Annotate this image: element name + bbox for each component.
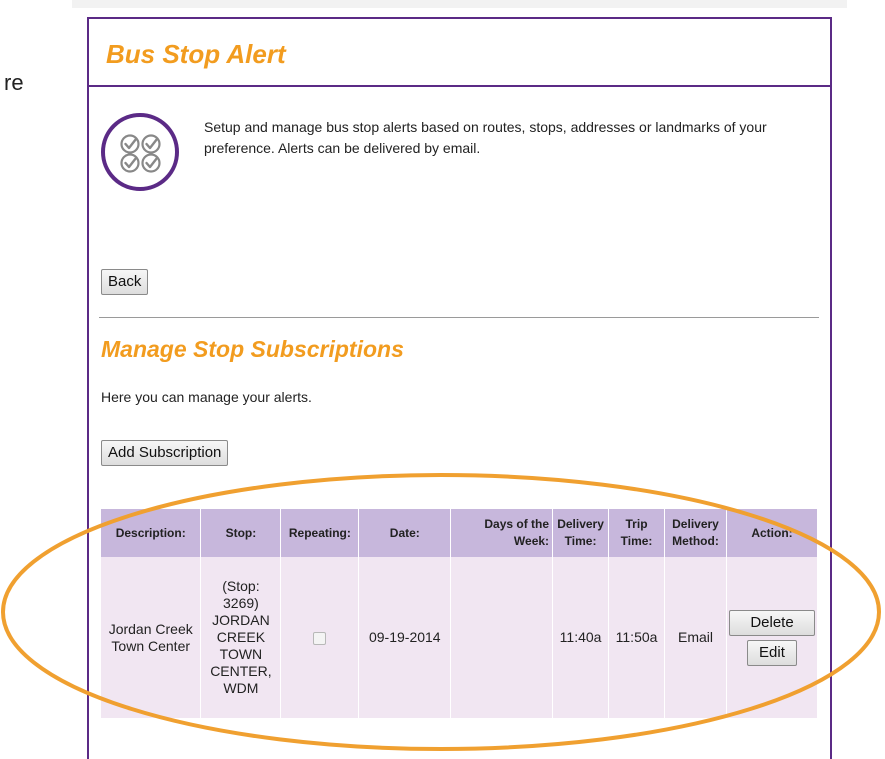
cell-date: 09-19-2014 bbox=[358, 557, 452, 718]
column-header-description: Description: bbox=[101, 509, 202, 557]
cell-delivery-method: Email bbox=[664, 557, 727, 718]
column-header-repeating: Repeating: bbox=[280, 509, 360, 557]
cell-actions: Delete Edit bbox=[726, 557, 819, 718]
page-title: Bus Stop Alert bbox=[106, 39, 286, 69]
cell-repeating bbox=[280, 557, 360, 718]
panel-header: Bus Stop Alert bbox=[89, 19, 830, 87]
column-header-days: Days of the Week: bbox=[450, 509, 554, 557]
add-subscription-button[interactable]: Add Subscription bbox=[101, 440, 229, 466]
section-description: Here you can manage your alerts. bbox=[101, 389, 312, 405]
alert-panel: Bus Stop Alert Setup and manage bus stop… bbox=[87, 17, 832, 759]
column-header-stop: Stop: bbox=[200, 509, 282, 557]
section-title: Manage Stop Subscriptions bbox=[101, 336, 404, 362]
back-button[interactable]: Back bbox=[101, 269, 149, 295]
check-circles-icon bbox=[101, 113, 179, 191]
intro-description: Setup and manage bus stop alerts based o… bbox=[204, 119, 767, 156]
repeating-checkbox[interactable] bbox=[313, 631, 327, 645]
column-header-action: Action: bbox=[726, 509, 819, 557]
cell-trip-time: 11:50a bbox=[608, 557, 666, 718]
column-header-delivery-method: Delivery Method: bbox=[664, 509, 727, 557]
table-row: Jordan Creek Town Center (Stop: 3269) JO… bbox=[101, 557, 819, 718]
cell-days bbox=[450, 557, 554, 718]
table-header-row: Description: Stop: Repeating: Date: Days… bbox=[101, 509, 819, 557]
subscriptions-table: Description: Stop: Repeating: Date: Days… bbox=[101, 509, 819, 718]
column-header-date: Date: bbox=[358, 509, 452, 557]
section-divider bbox=[99, 317, 819, 318]
column-header-delivery-time: Delivery Time: bbox=[552, 509, 610, 557]
top-strip bbox=[72, 0, 847, 8]
delete-button[interactable]: Delete bbox=[728, 609, 815, 636]
cell-description: Jordan Creek Town Center bbox=[101, 557, 202, 718]
cell-delivery-time: 11:40a bbox=[552, 557, 610, 718]
cropped-text-fragment: re bbox=[4, 70, 24, 95]
column-header-trip-time: Trip Time: bbox=[608, 509, 666, 557]
edit-button[interactable]: Edit bbox=[746, 639, 797, 666]
intro: Setup and manage bus stop alerts based o… bbox=[99, 111, 799, 201]
cell-stop: (Stop: 3269) JORDAN CREEK TOWN CENTER, W… bbox=[200, 557, 282, 718]
